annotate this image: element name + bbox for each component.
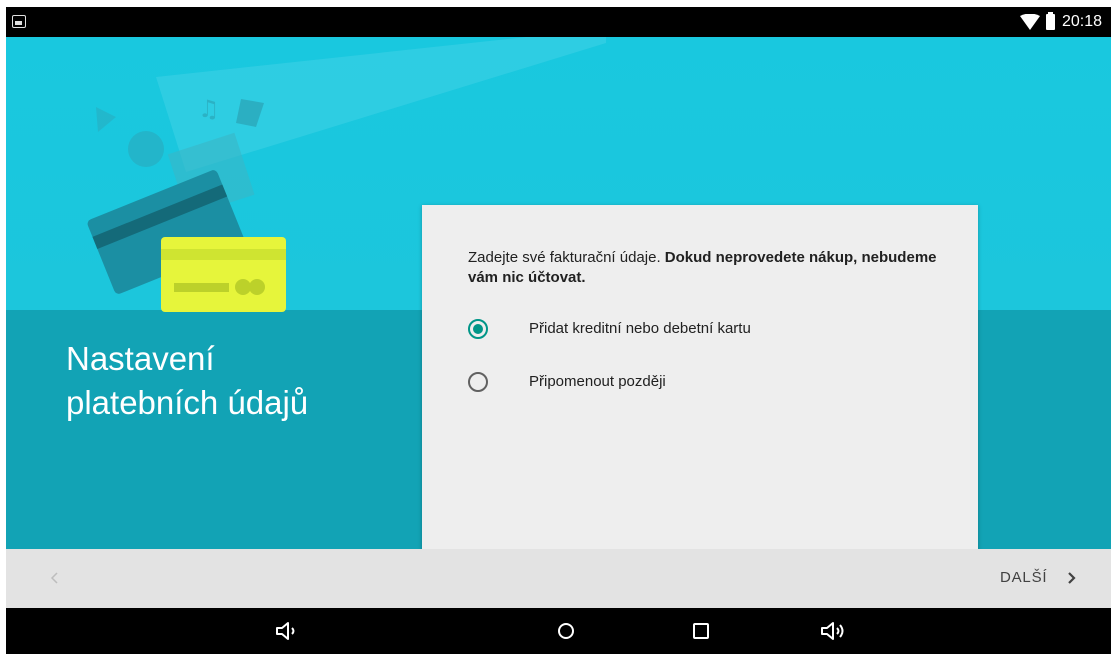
battery-icon [1046, 12, 1055, 30]
chevron-left-icon [50, 572, 58, 584]
payment-options-card: Zadejte své fakturační údaje. Dokud nepr… [422, 205, 978, 549]
next-button[interactable]: DALŠÍ [991, 563, 1091, 593]
volume-down-icon[interactable] [272, 617, 300, 645]
svg-text:♫: ♫ [198, 95, 220, 123]
status-clock: 20:18 [1062, 13, 1103, 30]
volume-up-icon[interactable] [819, 617, 847, 645]
page-title-line2: platebních údajů [66, 384, 309, 421]
billing-intro-text: Zadejte své fakturační údaje. Dokud nepr… [468, 248, 948, 288]
setup-hero: ♫ Nastavení platebních údajů Zadejte své… [6, 37, 1111, 549]
option-remind-later[interactable]: Připomenout později [468, 371, 948, 395]
home-icon[interactable] [552, 617, 580, 645]
radio-add-card[interactable] [468, 319, 488, 339]
page-title: Nastavení platebních údajů [66, 337, 426, 425]
next-label: DALŠÍ [1000, 569, 1048, 586]
gallery-notification-icon [12, 15, 26, 28]
option-add-card[interactable]: Přidat kreditní nebo debetní kartu [468, 318, 948, 342]
navigation-bar [6, 608, 1111, 654]
intro-normal-text: Zadejte své fakturační údaje. [468, 249, 665, 266]
option-remind-later-label: Připomenout později [529, 373, 666, 390]
page-title-line1: Nastavení [66, 340, 215, 377]
option-add-card-label: Přidat kreditní nebo debetní kartu [529, 320, 751, 337]
status-bar: 20:18 [6, 7, 1111, 37]
setup-footer: DALŠÍ [6, 549, 1111, 608]
radio-remind-later[interactable] [468, 372, 488, 392]
back-button[interactable] [42, 565, 68, 591]
device-screen: 20:18 ♫ Nastavení platebních údajů Zadej… [6, 7, 1111, 654]
wifi-icon [1020, 14, 1040, 30]
chevron-right-icon [1068, 572, 1076, 584]
recents-icon[interactable] [687, 617, 715, 645]
